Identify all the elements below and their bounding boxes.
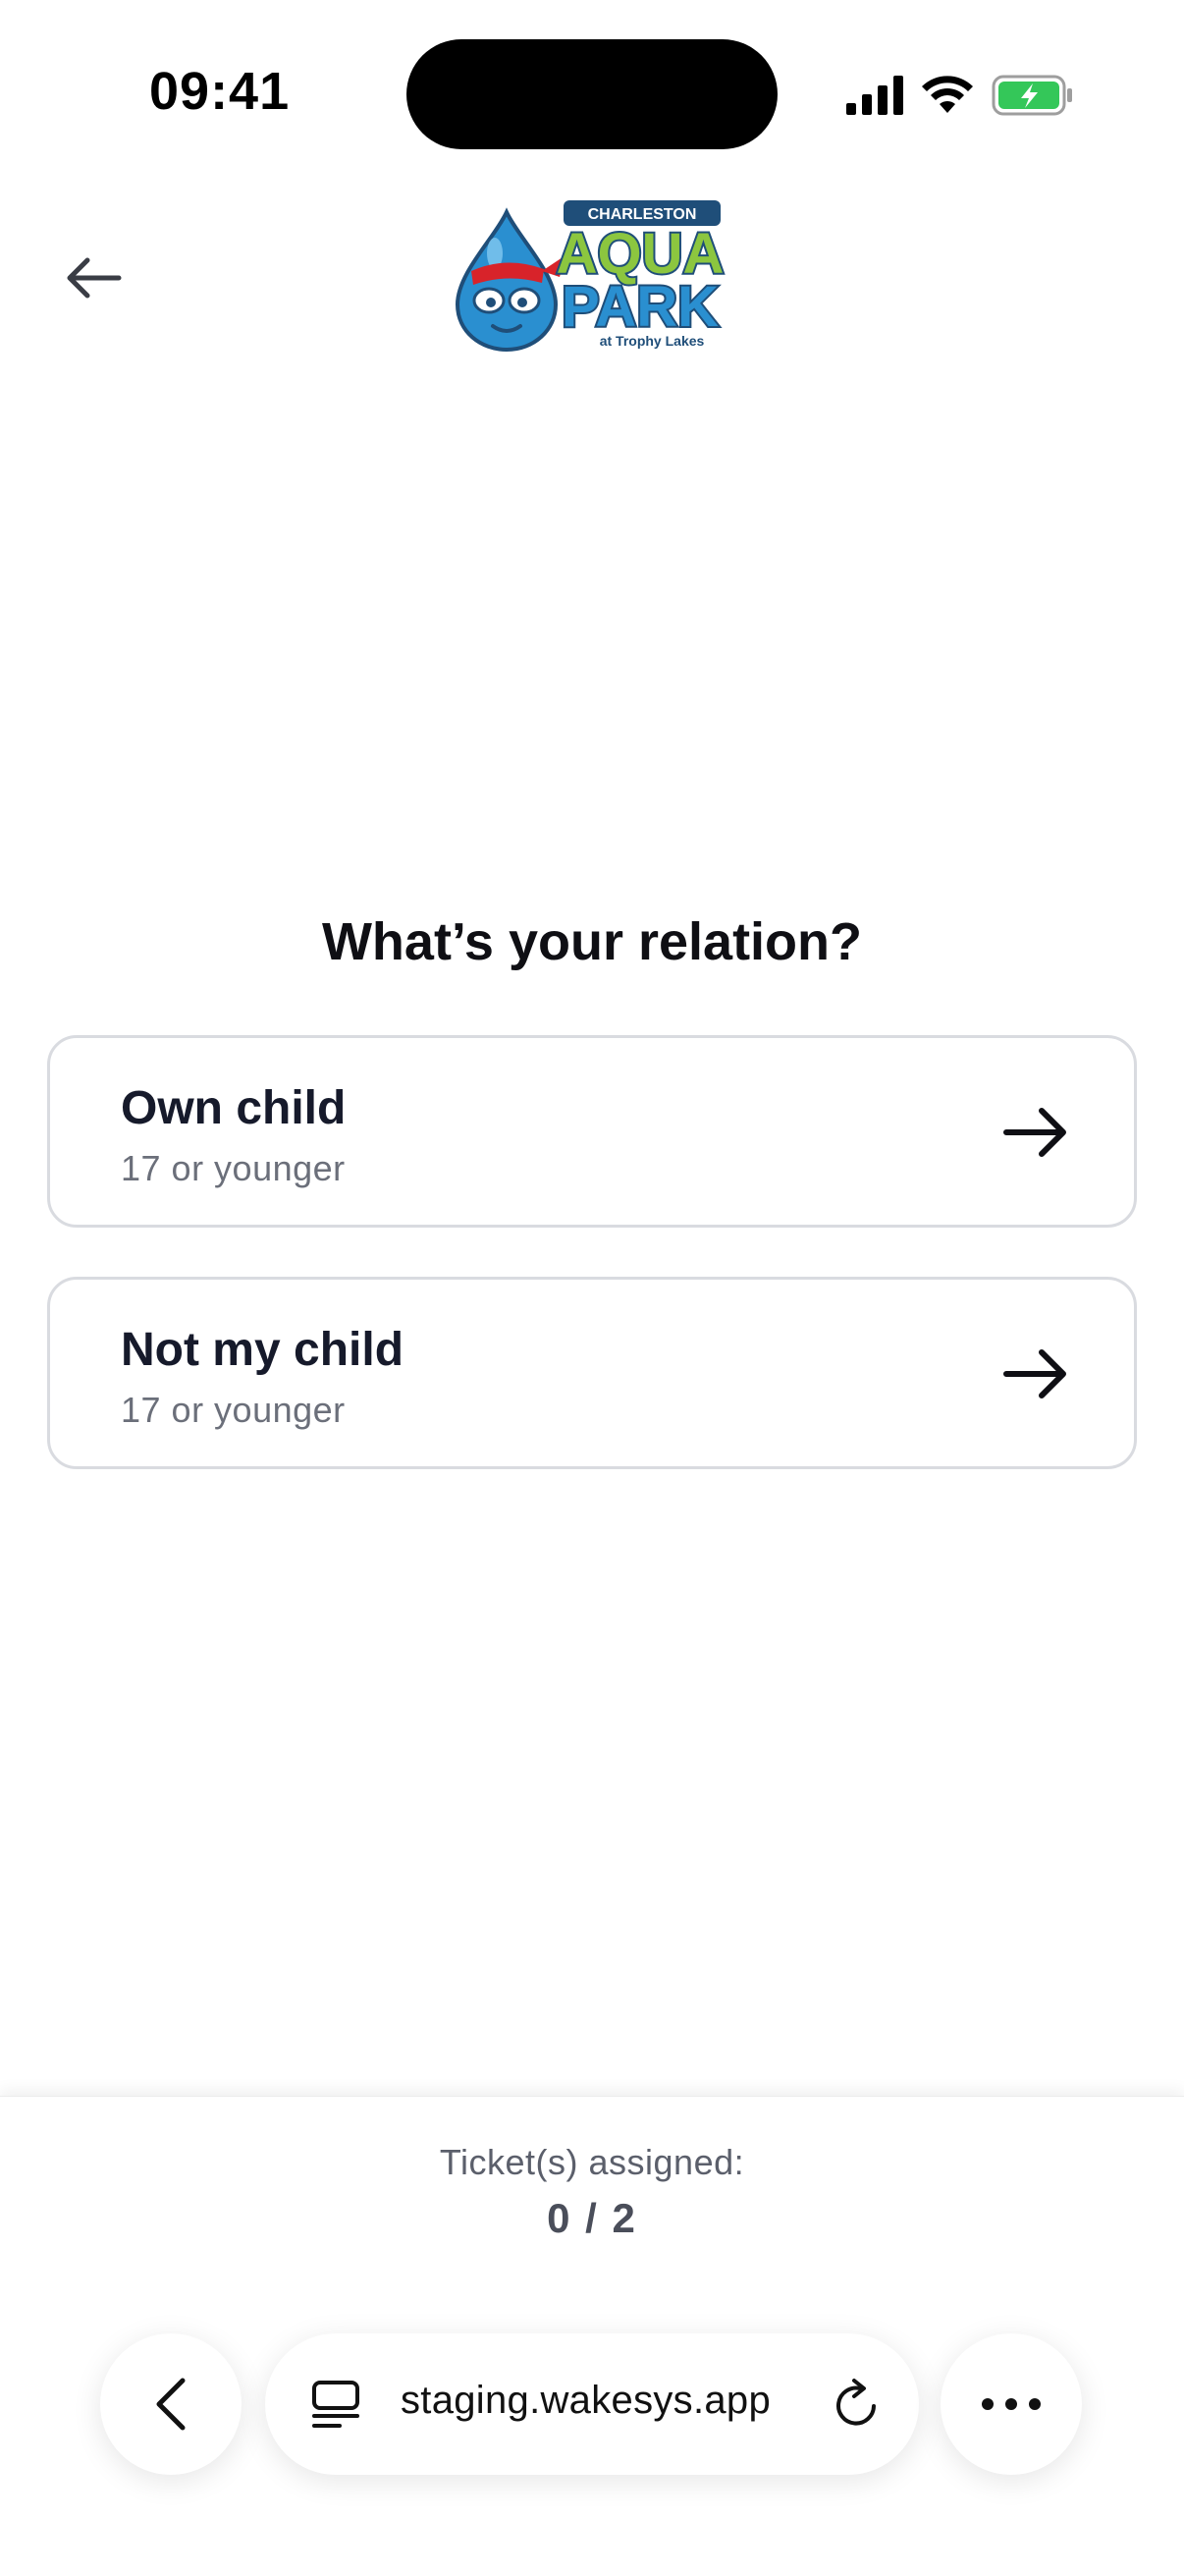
reader-mode-icon[interactable] — [308, 2377, 363, 2432]
arrow-right-icon — [1003, 1349, 1066, 1398]
dynamic-island — [406, 39, 778, 149]
arrow-left-icon — [67, 257, 122, 299]
more-options-button[interactable] — [941, 2333, 1082, 2475]
option-title: Own child — [121, 1082, 347, 1134]
status-icons — [846, 71, 1074, 120]
logo-line-2: PARK — [562, 275, 719, 339]
wifi-icon — [922, 76, 973, 113]
browser-back-button[interactable] — [100, 2333, 242, 2475]
battery-charging-icon — [992, 75, 1072, 116]
tickets-assigned-label: Ticket(s) assigned: — [439, 2142, 745, 2182]
aqua-park-logo: CHARLESTON AQUA PARK at Trophy Lakes — [446, 194, 740, 354]
ellipsis-icon — [982, 2398, 1041, 2410]
logo-top-text: CHARLESTON — [588, 206, 697, 223]
option-own-child[interactable]: Own child 17 or younger — [47, 1035, 1137, 1228]
option-subtitle: 17 or younger — [121, 1148, 346, 1188]
cellular-signal-icon — [846, 76, 903, 115]
status-bar: 09:41 — [0, 0, 1184, 177]
status-time: 09:41 — [149, 62, 291, 121]
option-subtitle: 17 or younger — [121, 1390, 346, 1430]
logo-bottom-text: at Trophy Lakes — [600, 333, 705, 349]
back-button[interactable] — [59, 244, 128, 312]
reload-icon[interactable] — [829, 2377, 884, 2432]
address-bar[interactable]: staging.wakesys.app — [265, 2333, 919, 2475]
page-title: What’s your relation? — [321, 912, 863, 971]
tickets-assigned-count: 0 / 2 — [547, 2195, 637, 2241]
arrow-right-icon — [1003, 1108, 1066, 1157]
option-not-my-child[interactable]: Not my child 17 or younger — [47, 1277, 1137, 1469]
chevron-left-icon — [156, 2378, 186, 2431]
url-text: staging.wakesys.app — [401, 2379, 772, 2422]
option-title: Not my child — [121, 1324, 404, 1376]
